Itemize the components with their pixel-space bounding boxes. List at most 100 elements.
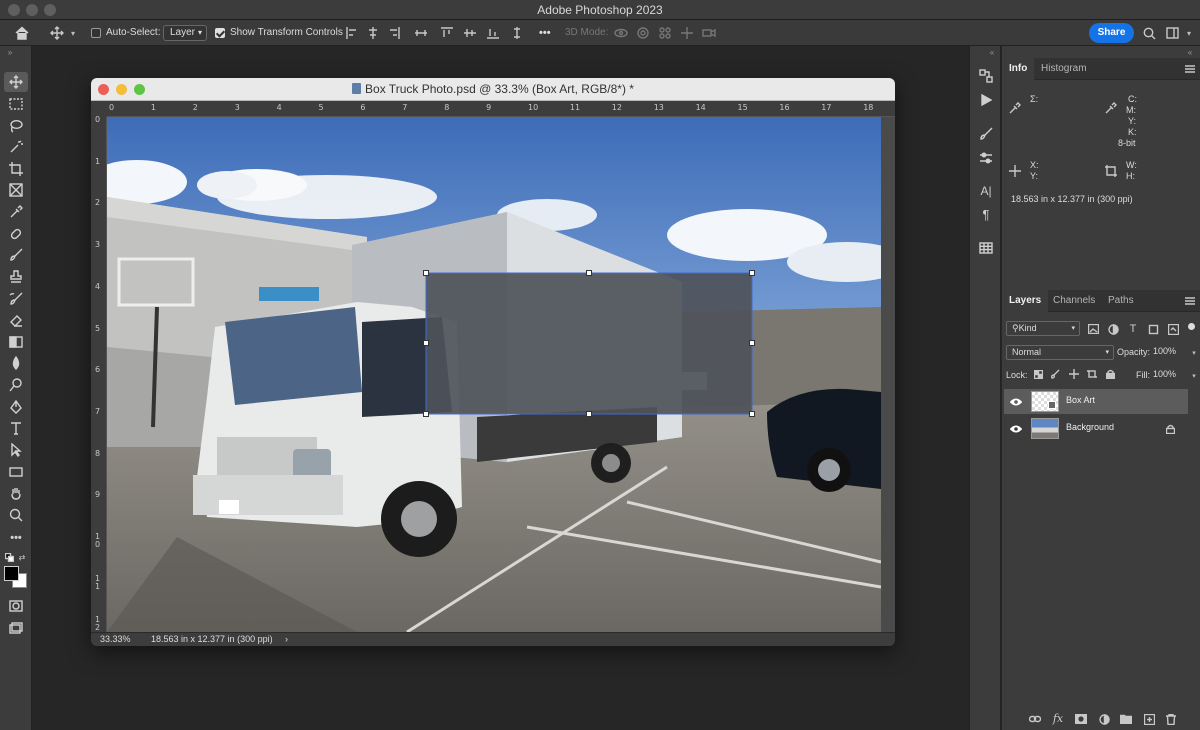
type-tool-icon[interactable] [4, 418, 28, 438]
collapse-chevron-icon[interactable]: » [4, 48, 16, 57]
tab-channels[interactable]: Channels [1046, 290, 1102, 312]
home-icon[interactable] [12, 24, 32, 42]
workspace-icon[interactable] [1164, 25, 1180, 41]
adjustments-icon[interactable] [976, 148, 996, 168]
panel-menu-icon[interactable] [1184, 62, 1196, 76]
3d-orbit-icon[interactable] [613, 25, 629, 41]
3d-pan-icon[interactable] [657, 25, 673, 41]
share-button[interactable]: Share [1089, 23, 1134, 43]
3d-camera-icon[interactable] [701, 25, 717, 41]
dodge-tool-icon[interactable] [4, 375, 28, 395]
collapse-chevron-icon[interactable]: « [986, 48, 998, 57]
zoom-tool-icon[interactable] [4, 505, 28, 525]
status-menu-chevron[interactable]: › [285, 634, 288, 644]
foreground-color-swatch[interactable] [4, 566, 19, 581]
add-mask-icon[interactable] [1074, 712, 1088, 726]
layer-row-box-art[interactable]: Box Art [1004, 389, 1188, 414]
swap-colors-icon[interactable]: ⇄ [17, 552, 27, 562]
screen-mode-icon[interactable] [4, 618, 28, 638]
swatches-grid-icon[interactable] [976, 238, 996, 258]
frame-tool-icon[interactable] [4, 180, 28, 200]
tool-preset-chevron-icon[interactable]: ▾ [68, 24, 78, 42]
lock-transparent-icon[interactable] [1032, 368, 1044, 380]
more-options-button[interactable]: ••• [539, 20, 551, 46]
magic-wand-tool-icon[interactable] [4, 137, 28, 157]
hand-tool-icon[interactable] [4, 483, 28, 503]
panel-menu-icon[interactable] [1184, 294, 1196, 308]
layer-row-background[interactable]: Background [1004, 416, 1188, 441]
new-group-folder-icon[interactable] [1119, 712, 1133, 726]
brush-tool-icon[interactable] [4, 245, 28, 265]
horizontal-ruler[interactable]: 0 1 2 3 4 5 6 7 8 9 10 11 12 13 14 15 16 17 18 [107, 101, 895, 117]
visibility-eye-icon[interactable] [1009, 397, 1023, 409]
collapse-panels-icon[interactable]: « [1184, 48, 1196, 57]
lock-pixels-icon[interactable] [1050, 368, 1062, 380]
crop-tool-icon[interactable] [4, 159, 28, 179]
tab-paths[interactable]: Paths [1101, 290, 1141, 312]
tab-layers[interactable]: Layers [1002, 290, 1049, 312]
lock-artboard-icon[interactable] [1086, 368, 1098, 380]
filter-shape-icon[interactable] [1146, 322, 1160, 336]
workspace-chevron-icon[interactable]: ▾ [1184, 25, 1194, 41]
3d-roll-icon[interactable] [635, 25, 651, 41]
blend-mode-dropdown[interactable]: Normal ▾ [1006, 345, 1114, 360]
distribute-icon[interactable] [412, 25, 430, 41]
align-left-edges-icon[interactable] [345, 25, 359, 41]
brush-settings-icon[interactable] [976, 124, 996, 144]
show-transform-controls-checkbox[interactable] [215, 28, 225, 38]
eraser-tool-icon[interactable] [4, 310, 28, 330]
layer-filter-dropdown[interactable]: ⚲Kind ▾ [1006, 321, 1080, 336]
transform-handle[interactable] [423, 411, 429, 417]
history-brush-tool-icon[interactable] [4, 289, 28, 309]
transform-handle[interactable] [586, 270, 592, 276]
tab-histogram[interactable]: Histogram [1034, 58, 1094, 80]
distribute-vertical-icon[interactable] [510, 25, 524, 41]
rectangle-tool-icon[interactable] [4, 462, 28, 482]
lasso-tool-icon[interactable] [4, 116, 28, 136]
move-tool-icon[interactable] [4, 72, 28, 92]
transform-handle[interactable] [749, 270, 755, 276]
visibility-eye-icon[interactable] [1009, 424, 1023, 436]
align-vertical-centers-icon[interactable] [463, 25, 477, 41]
vertical-ruler[interactable]: 0 1 2 3 4 5 6 7 8 9 10 11 12 [91, 116, 107, 632]
quick-mask-icon[interactable] [4, 596, 28, 616]
blur-tool-icon[interactable] [4, 353, 28, 373]
align-horizontal-centers-icon[interactable] [366, 25, 380, 41]
move-tool-icon[interactable] [48, 24, 66, 42]
layer-style-fx-icon[interactable]: fx [1050, 710, 1066, 726]
layer-name[interactable]: Box Art [1066, 395, 1095, 405]
character-panel-icon[interactable]: A| [976, 181, 996, 201]
path-selection-tool-icon[interactable] [4, 440, 28, 460]
filter-pixel-icon[interactable] [1086, 322, 1100, 336]
default-colors-icon[interactable] [4, 552, 14, 562]
transform-handle[interactable] [749, 411, 755, 417]
align-bottom-edges-icon[interactable] [486, 25, 500, 41]
layer-name[interactable]: Background [1066, 422, 1114, 432]
edit-toolbar-icon[interactable]: ••• [4, 528, 28, 548]
transform-handle[interactable] [423, 270, 429, 276]
marquee-tool-icon[interactable] [4, 94, 28, 114]
align-right-edges-icon[interactable] [387, 25, 401, 41]
transform-handle[interactable] [749, 340, 755, 346]
actions-play-icon[interactable] [976, 90, 996, 110]
clone-stamp-tool-icon[interactable] [4, 267, 28, 287]
search-icon[interactable] [1141, 25, 1157, 41]
link-layers-icon[interactable] [1028, 712, 1042, 726]
filter-toggle[interactable] [1188, 323, 1195, 330]
fill-chevron-icon[interactable]: ▾ [1189, 369, 1199, 383]
filter-adjustment-icon[interactable] [1106, 322, 1120, 336]
pen-tool-icon[interactable] [4, 397, 28, 417]
align-top-edges-icon[interactable] [440, 25, 454, 41]
tab-info[interactable]: Info [1002, 58, 1035, 80]
auto-select-target-dropdown[interactable]: Layer ▾ [163, 25, 207, 41]
zoom-level[interactable]: 33.33% [100, 634, 131, 644]
healing-brush-tool-icon[interactable] [4, 224, 28, 244]
opacity-field[interactable]: 100% [1151, 345, 1189, 360]
lock-all-icon[interactable] [1104, 368, 1116, 380]
transform-handle[interactable] [423, 340, 429, 346]
fill-field[interactable]: 100% [1151, 368, 1189, 383]
new-layer-icon[interactable] [1142, 712, 1156, 726]
history-panel-icon[interactable] [976, 66, 996, 86]
lock-position-icon[interactable] [1068, 368, 1080, 380]
new-adjustment-layer-icon[interactable] [1097, 712, 1111, 726]
